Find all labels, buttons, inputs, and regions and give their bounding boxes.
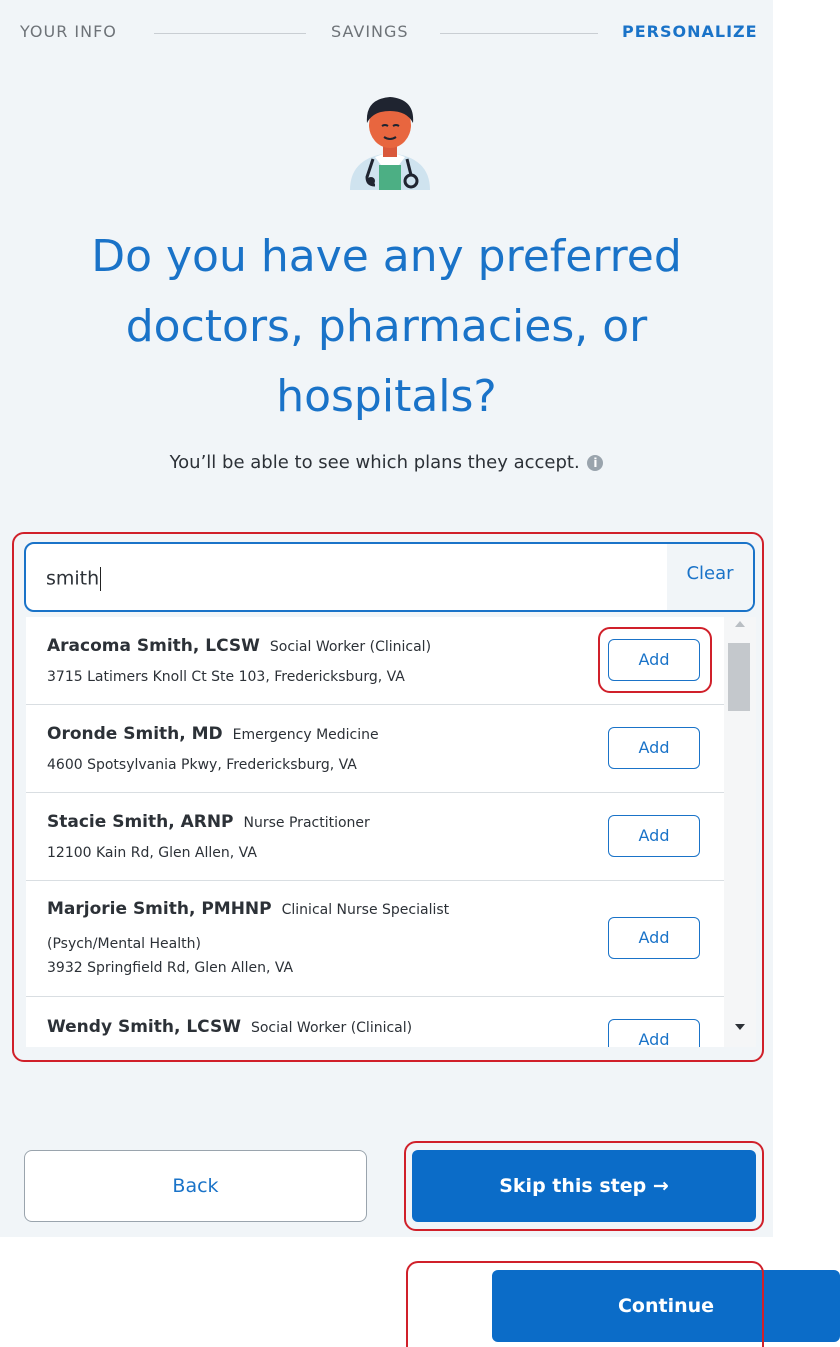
title-line-2: doctors, pharmacies, or: [125, 301, 648, 352]
page-subtitle: You’ll be able to see which plans they a…: [0, 452, 773, 473]
annotation-outline: [598, 627, 712, 693]
step-divider: [440, 33, 598, 34]
doctor-avatar-icon: [345, 85, 435, 195]
title-line-1: Do you have any preferred: [91, 231, 682, 282]
page-title: Do you have any preferred doctors, pharm…: [0, 222, 773, 432]
info-icon[interactable]: i: [587, 455, 604, 471]
step-savings: SAVINGS: [331, 22, 409, 41]
title-line-3: hospitals?: [276, 371, 497, 422]
step-divider: [154, 33, 306, 34]
step-your-info: YOUR INFO: [20, 22, 117, 41]
back-button[interactable]: Back: [24, 1150, 367, 1222]
step-personalize: PERSONALIZE: [622, 22, 758, 41]
annotation-outline: [406, 1261, 764, 1347]
annotation-outline: [12, 532, 764, 1062]
annotation-outline: [404, 1141, 764, 1231]
subtitle-text: You’ll be able to see which plans they a…: [169, 452, 580, 473]
